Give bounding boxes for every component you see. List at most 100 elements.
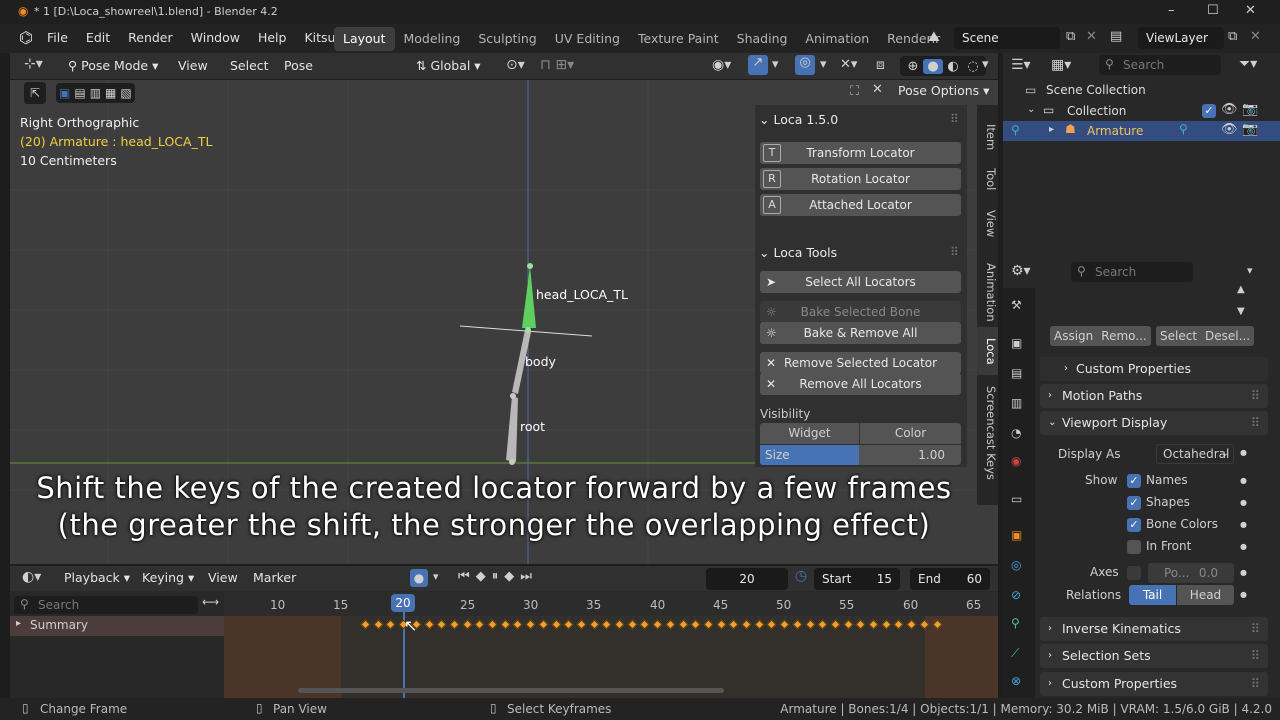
tab-tool[interactable]: Tool [977, 163, 998, 195]
minimize-button[interactable]: – [1168, 3, 1175, 18]
tab-layout[interactable]: Layout [334, 27, 395, 51]
tab-shading[interactable]: Shading [728, 27, 797, 51]
viewlayer-icon[interactable]: ▤ [1110, 29, 1122, 44]
xray-icon[interactable]: ⧈ [876, 57, 885, 73]
drag-handle-icon[interactable]: ⠿ [950, 112, 959, 126]
tab-loca[interactable]: Loca [977, 327, 998, 375]
tool-tab-icon[interactable]: ⚒ [1011, 298, 1022, 312]
motion-paths-panel[interactable]: › Motion Paths ⠿ [1040, 384, 1268, 408]
editor-type-icon[interactable]: ⚙▾ [1011, 263, 1031, 279]
select-new-icon[interactable]: ▣ [59, 86, 70, 100]
filter-icon[interactable]: ⏷▾ [1239, 56, 1257, 72]
keyframe-dot[interactable]: ● [1240, 448, 1247, 457]
menu-view[interactable]: View [170, 55, 216, 77]
outliner-search[interactable]: ⚲ Search [1099, 55, 1221, 75]
display-as-dropdown[interactable]: Octahedral ⌄ [1156, 444, 1234, 464]
editor-type-icon[interactable]: ☰▾ [1011, 57, 1031, 73]
camera-icon[interactable]: 📷 [1242, 122, 1258, 137]
bone-colors-checkbox[interactable]: ✓ [1127, 518, 1141, 532]
current-frame-field[interactable]: 20 [706, 568, 788, 590]
solid-shading-icon[interactable]: ● [923, 58, 943, 74]
overlays-icon[interactable]: ◎ [795, 55, 815, 75]
overlays-dropdown-icon[interactable]: ▾ [820, 57, 827, 72]
channel-search[interactable]: ⚲ Search [14, 596, 198, 614]
tab-uv-editing[interactable]: UV Editing [546, 27, 629, 51]
keyframe-dot[interactable]: ● [1240, 520, 1247, 529]
rendered-shading-icon[interactable]: ◌ [963, 59, 983, 74]
select-intersect-icon[interactable]: ▧ [120, 86, 131, 100]
tab-view[interactable]: View [977, 208, 998, 240]
selection-sets-panel[interactable]: › Selection Sets ⠿ [1040, 644, 1268, 668]
collection-tab-icon[interactable]: ▭ [1011, 492, 1022, 506]
scene-collection-label[interactable]: Scene Collection [1046, 83, 1146, 97]
scene-tab-icon[interactable]: ◔ [1011, 426, 1021, 440]
in-front-checkbox[interactable] [1127, 540, 1141, 554]
bone-tab-icon[interactable]: ⟋ [1011, 646, 1019, 661]
loca-tools-header[interactable]: ⌄ Loca Tools [759, 245, 837, 260]
tab-animation-sidebar[interactable]: Animation [977, 257, 998, 327]
collection-label[interactable]: Collection [1067, 104, 1126, 118]
armature-row[interactable]: ⚲ ▸ ☗ Armature ⚲ 👁 📷 [1003, 121, 1280, 141]
menu-pose[interactable]: Pose [276, 55, 321, 77]
tab-screencast-keys[interactable]: Screencast Keys [977, 383, 998, 483]
material-shading-icon[interactable]: ◐ [943, 59, 963, 74]
eye-icon[interactable]: 👁 [1221, 102, 1238, 117]
menu-playback[interactable]: Playback ▾ [56, 567, 138, 589]
transform-icon[interactable]: ⛶ [850, 84, 859, 99]
attached-locator-button[interactable]: A Attached Locator [760, 194, 961, 216]
bake-remove-all-button[interactable]: ☼ Bake & Remove All [760, 322, 961, 344]
scene-new-icon[interactable]: ⧉ [1066, 29, 1075, 44]
view-layer-tab-icon[interactable]: ▥ [1011, 396, 1022, 410]
object-tab-icon[interactable]: ▣ [1011, 528, 1022, 542]
menu-view[interactable]: View [200, 567, 246, 589]
remove-all-locators-button[interactable]: ✕ Remove All Locators [760, 373, 961, 395]
select-extend-icon[interactable]: ▤ [74, 86, 85, 100]
keyframe-dot[interactable]: ● [1240, 498, 1247, 507]
deselect-button[interactable]: Desel... [1201, 329, 1254, 343]
gizmo-dropdown-icon[interactable]: ▾ [772, 57, 779, 72]
pose-options-dropdown[interactable]: Pose Options ▾ [890, 80, 997, 102]
display-mode-icon[interactable]: ▦▾ [1051, 57, 1071, 73]
timeline-scrollbar[interactable] [298, 688, 724, 693]
world-tab-icon[interactable]: ◉ [1011, 454, 1021, 468]
collection-checkbox[interactable]: ✓ [1202, 104, 1216, 118]
visibility-icon[interactable]: ◉▾ [712, 57, 731, 73]
head-toggle[interactable]: Head [1177, 585, 1234, 605]
widget-toggle[interactable]: Widget [760, 423, 859, 444]
keyframe-dot[interactable]: ● [1240, 476, 1247, 485]
expand-icon[interactable]: ▸ [1049, 124, 1054, 135]
keyframe-dot[interactable]: ● [1240, 542, 1247, 551]
current-frame-indicator[interactable]: 20 [391, 594, 415, 612]
autokey-dropdown-icon[interactable]: ▾ [433, 570, 439, 583]
tab-modeling[interactable]: Modeling [395, 27, 470, 51]
expand-icon[interactable]: ▸ [16, 618, 21, 629]
eye-icon[interactable]: 👁 [1221, 122, 1238, 137]
axes-checkbox[interactable] [1127, 566, 1141, 580]
shading-dropdown-icon[interactable]: ▾ [982, 57, 989, 72]
tail-toggle[interactable]: Tail [1129, 585, 1176, 605]
viewport-display-panel[interactable]: ⌄ Viewport Display ⠿ [1040, 411, 1268, 435]
menu-keying[interactable]: Keying ▾ [134, 567, 202, 589]
viewlayer-new-icon[interactable]: ⧉ [1228, 29, 1237, 44]
blender-menu-icon[interactable]: ⌬ [19, 28, 33, 47]
scene-field[interactable]: Scene [954, 27, 1060, 49]
names-checkbox[interactable]: ✓ [1127, 474, 1141, 488]
editor-type-icon[interactable]: ⊹▾ [24, 56, 43, 72]
color-toggle[interactable]: Color [860, 423, 961, 444]
select-subtract-icon[interactable]: ▥ [90, 86, 101, 100]
maximize-button[interactable]: ☐ [1207, 3, 1219, 18]
scene-icon[interactable]: ⛰ [928, 29, 940, 45]
drag-handle-icon[interactable]: ⠿ [950, 245, 959, 259]
wireframe-shading-icon[interactable]: ⊕ [903, 59, 923, 74]
constraints-tab-icon[interactable]: ⊘ [1011, 588, 1021, 602]
assign-button[interactable]: Assign [1050, 329, 1097, 343]
remove-selected-locator-button[interactable]: ✕ Remove Selected Locator [760, 352, 961, 374]
clock-icon[interactable]: ◷ [790, 568, 812, 588]
select-button[interactable]: Select [1156, 329, 1201, 343]
scroll-up-icon[interactable]: ▲ [1237, 284, 1245, 295]
gizmo-toggle-icon[interactable]: ↗ [748, 55, 768, 75]
tab-texture-paint[interactable]: Texture Paint [629, 27, 728, 51]
swap-icon[interactable]: ⟷ [202, 595, 220, 609]
playback-controls[interactable]: ⏮◆⏸◆⏭ [458, 569, 538, 584]
menu-file[interactable]: File [38, 26, 77, 50]
